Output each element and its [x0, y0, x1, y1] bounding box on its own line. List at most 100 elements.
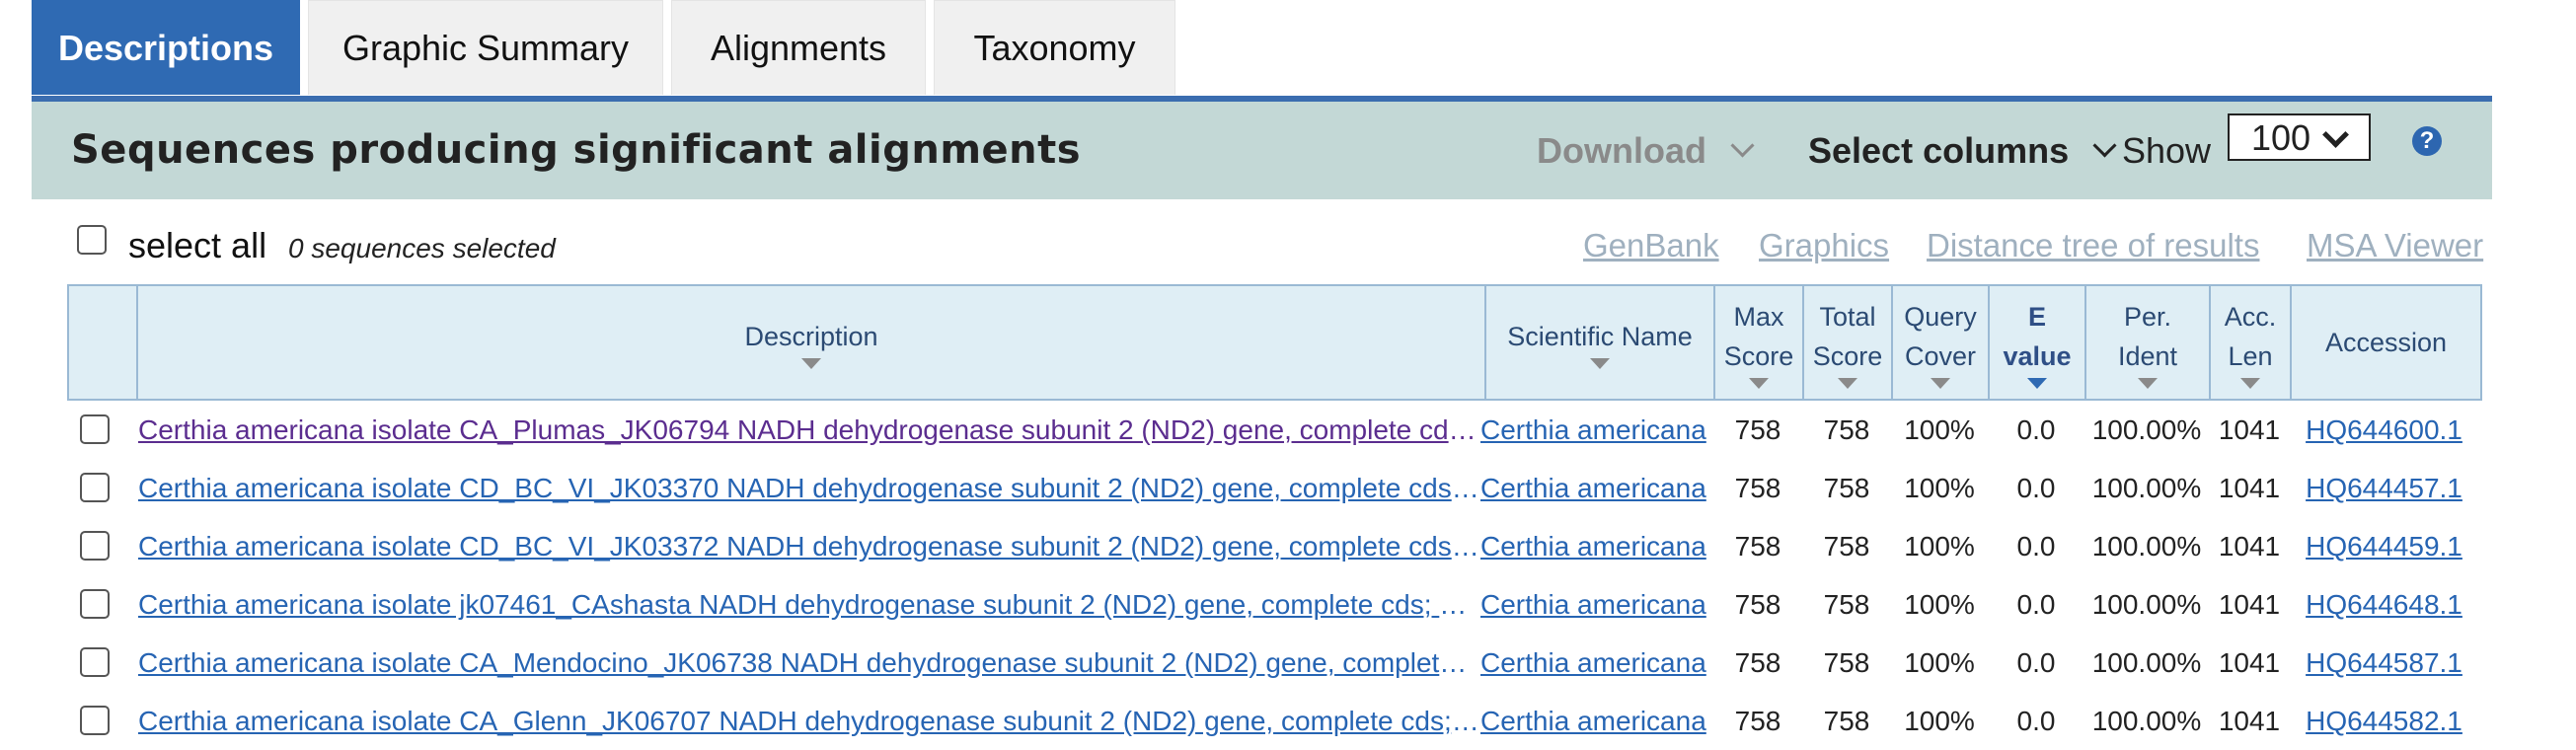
max-score-cell: 758	[1734, 473, 1781, 503]
tab-alignments[interactable]: Alignments	[671, 0, 926, 95]
sort-arrow-icon	[2138, 377, 2158, 389]
accession-link[interactable]: HQ644648.1	[2290, 575, 2478, 634]
scientific-name-link[interactable]: Certhia americana	[1480, 692, 1713, 750]
header-per-ident-label: Ident	[2117, 340, 2178, 371]
per-ident-cell: 100.00%	[2091, 414, 2202, 445]
sort-arrow-icon	[1749, 377, 1769, 389]
header-checkbox-column	[69, 286, 138, 399]
max-score-cell: 758	[1734, 531, 1781, 562]
e-value-cell: 0.0	[2016, 473, 2056, 503]
row-checkbox[interactable]	[80, 706, 110, 735]
max-score-cell: 758	[1734, 414, 1781, 445]
description-link[interactable]: Certhia americana isolate jk07461_CAshas…	[138, 575, 1480, 634]
graphics-link[interactable]: Graphics	[1759, 227, 1889, 264]
header-e-value[interactable]: E value	[1990, 286, 2086, 399]
tab-graphic-summary[interactable]: Graphic Summary	[308, 0, 663, 95]
chevron-down-icon	[2322, 121, 2349, 148]
row-checkbox[interactable]	[80, 589, 110, 619]
acc-len-cell: 1041	[2218, 473, 2281, 503]
scientific-name-link[interactable]: Certhia americana	[1480, 517, 1713, 575]
query-cover-cell: 100%	[1904, 473, 1975, 503]
download-button[interactable]: Download	[1537, 102, 1755, 199]
header-acc-len-label: Len	[2228, 340, 2273, 371]
download-label: Download	[1537, 129, 1706, 171]
row-checkbox[interactable]	[80, 647, 110, 677]
description-link[interactable]: Certhia americana isolate CA_Plumas_JK06…	[138, 401, 1480, 459]
scientific-name-link[interactable]: Certhia americana	[1480, 401, 1713, 459]
header-max-score[interactable]: Max Score	[1715, 286, 1804, 399]
table-row: Certhia americana isolate CA_Plumas_JK06…	[67, 401, 2482, 459]
header-scientific-name[interactable]: Scientific Name	[1486, 286, 1715, 399]
header-per-ident-label: Per.	[2123, 301, 2172, 332]
header-query-cover[interactable]: Query Cover	[1893, 286, 1990, 399]
select-all-label[interactable]: select all	[128, 225, 266, 266]
header-total-score[interactable]: Total Score	[1804, 286, 1893, 399]
select-all-checkbox[interactable]	[77, 225, 107, 255]
show-count-select[interactable]: 100	[2228, 113, 2371, 161]
accession-link[interactable]: HQ644582.1	[2290, 692, 2478, 750]
distance-tree-link[interactable]: Distance tree of results	[1927, 227, 2259, 264]
table-row: Certhia americana isolate CA_Mendocino_J…	[67, 634, 2482, 692]
scientific-name-link[interactable]: Certhia americana	[1480, 459, 1713, 517]
acc-len-cell: 1041	[2218, 647, 2281, 678]
accession-link[interactable]: HQ644457.1	[2290, 459, 2478, 517]
table-row: Certhia americana isolate jk07461_CAshas…	[67, 575, 2482, 634]
scientific-name-link[interactable]: Certhia americana	[1480, 634, 1713, 692]
scientific-name-link[interactable]: Certhia americana	[1480, 575, 1713, 634]
description-link[interactable]: Certhia americana isolate CA_Mendocino_J…	[138, 634, 1480, 692]
accession-link[interactable]: HQ644600.1	[2290, 401, 2478, 459]
e-value-cell: 0.0	[2016, 414, 2056, 445]
table-row: Certhia americana isolate CA_Glenn_JK067…	[67, 692, 2482, 750]
sort-arrow-icon	[1838, 377, 1857, 389]
header-accession-label: Accession	[2324, 328, 2448, 357]
header-max-score-label: Max	[1733, 301, 1784, 332]
show-label: Show	[2122, 129, 2212, 171]
msa-viewer-link[interactable]: MSA Viewer	[2307, 227, 2483, 264]
select-columns-button[interactable]: Select columns	[1808, 102, 2117, 199]
total-score-cell: 758	[1823, 706, 1870, 736]
description-link[interactable]: Certhia americana isolate CD_BC_VI_JK033…	[138, 459, 1480, 517]
header-e-value-label: E	[2027, 301, 2046, 332]
show-count-value: 100	[2251, 117, 2311, 158]
help-icon[interactable]: ?	[2412, 126, 2442, 156]
results-header: Sequences producing significant alignmen…	[32, 102, 2492, 199]
tab-descriptions[interactable]: Descriptions	[32, 0, 300, 95]
sort-arrow-icon	[2240, 377, 2260, 389]
header-acc-len[interactable]: Acc. Len	[2211, 286, 2292, 399]
e-value-cell: 0.0	[2016, 589, 2056, 620]
chevron-down-icon	[1730, 133, 1755, 158]
header-accession: Accession	[2292, 286, 2480, 399]
header-per-ident[interactable]: Per. Ident	[2086, 286, 2211, 399]
table-row: Certhia americana isolate CD_BC_VI_JK033…	[67, 517, 2482, 575]
accession-link[interactable]: HQ644459.1	[2290, 517, 2478, 575]
description-link[interactable]: Certhia americana isolate CA_Glenn_JK067…	[138, 692, 1480, 750]
sort-arrow-icon	[1590, 357, 1610, 369]
description-link[interactable]: Certhia americana isolate CD_BC_VI_JK033…	[138, 517, 1480, 575]
total-score-cell: 758	[1823, 473, 1870, 503]
row-checkbox[interactable]	[80, 414, 110, 444]
genbank-link[interactable]: GenBank	[1583, 227, 1719, 264]
row-checkbox[interactable]	[80, 473, 110, 502]
e-value-cell: 0.0	[2016, 647, 2056, 678]
query-cover-cell: 100%	[1904, 531, 1975, 562]
query-cover-cell: 100%	[1904, 414, 1975, 445]
accession-link[interactable]: HQ644587.1	[2290, 634, 2478, 692]
total-score-cell: 758	[1823, 531, 1870, 562]
e-value-cell: 0.0	[2016, 531, 2056, 562]
tab-taxonomy[interactable]: Taxonomy	[934, 0, 1175, 95]
header-description[interactable]: Description	[138, 286, 1486, 399]
acc-len-cell: 1041	[2218, 589, 2281, 620]
header-scientific-name-label: Scientific Name	[1507, 321, 1693, 351]
max-score-cell: 758	[1734, 589, 1781, 620]
acc-len-cell: 1041	[2218, 706, 2281, 736]
table-header: Description Scientific Name Max Score To…	[67, 284, 2482, 401]
header-e-value-label: value	[2003, 340, 2072, 371]
row-checkbox[interactable]	[80, 531, 110, 561]
result-tabs: Descriptions Graphic Summary Alignments …	[32, 0, 1183, 97]
header-total-score-label: Total	[1819, 301, 1876, 332]
query-cover-cell: 100%	[1904, 589, 1975, 620]
total-score-cell: 758	[1823, 647, 1870, 678]
total-score-cell: 758	[1823, 414, 1870, 445]
max-score-cell: 758	[1734, 706, 1781, 736]
acc-len-cell: 1041	[2218, 414, 2281, 445]
